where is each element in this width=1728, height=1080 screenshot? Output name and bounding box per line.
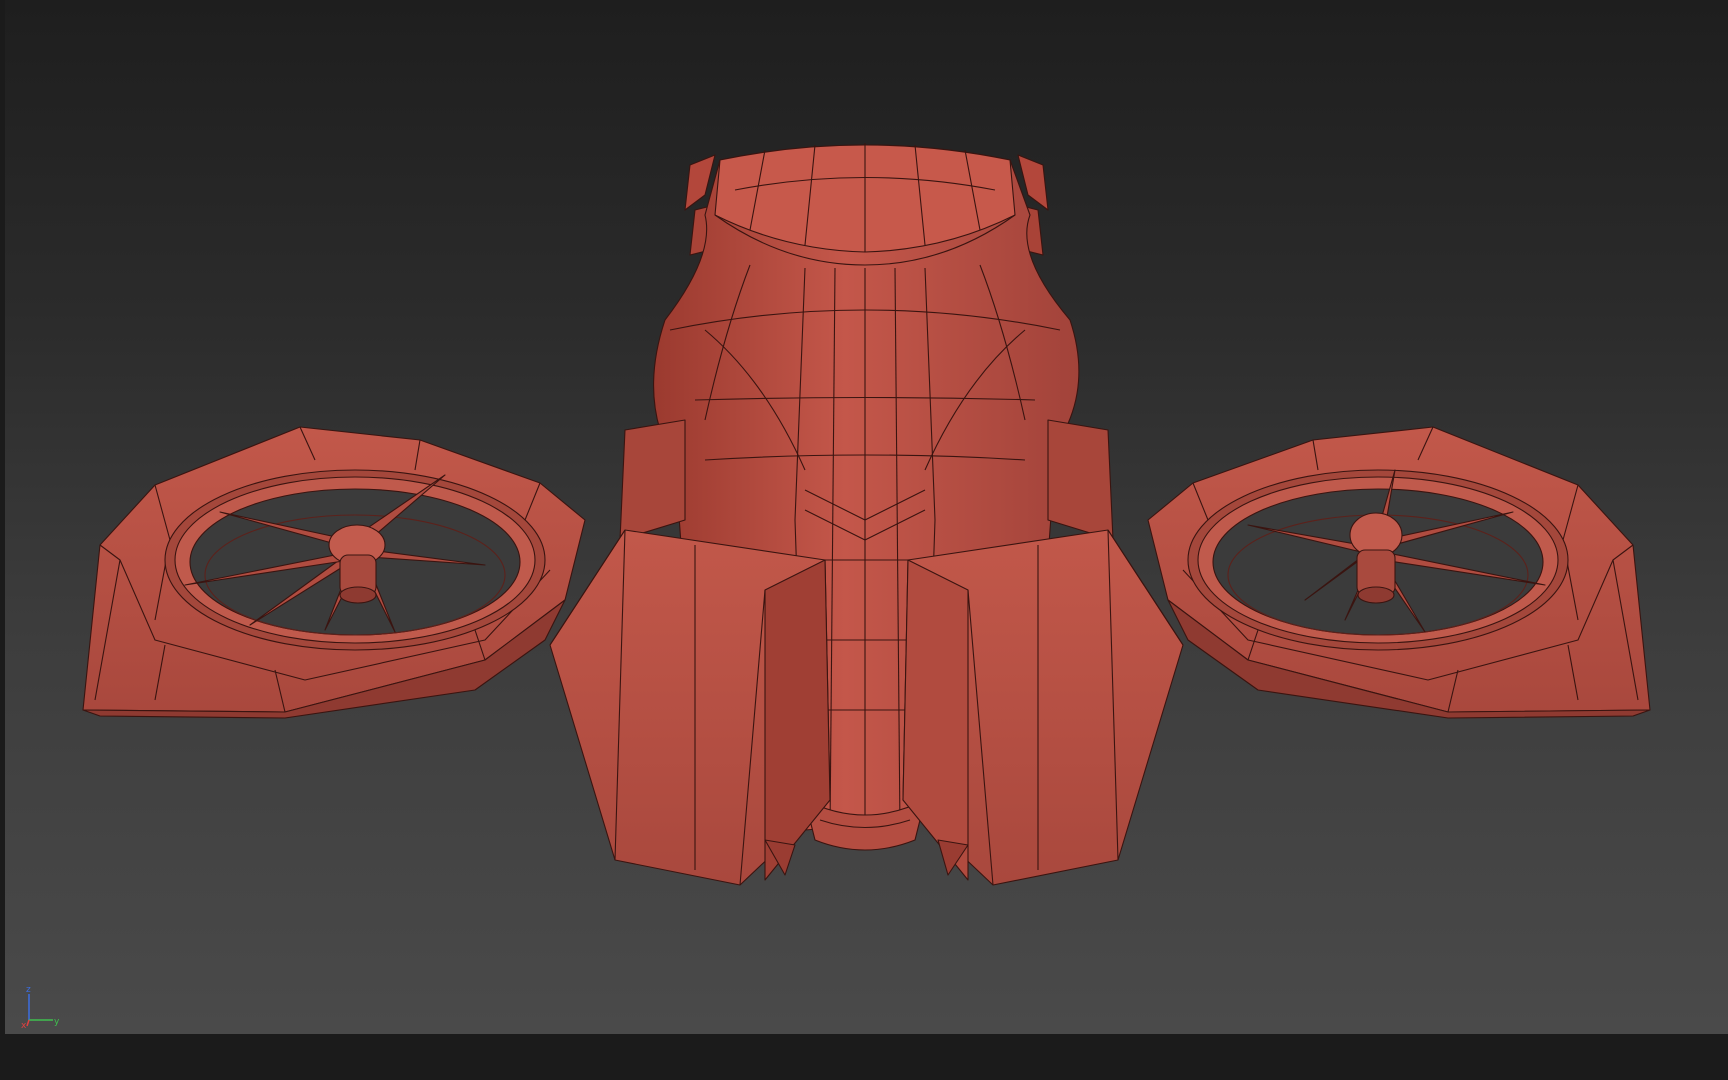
gizmo-z-label: z <box>26 985 31 995</box>
gizmo-y-label: y <box>54 1017 60 1027</box>
gizmo-x-label: x <box>21 1021 27 1028</box>
viewport-bottom-border <box>0 1034 1728 1080</box>
drone-model-wireframe[interactable] <box>5 0 1728 1034</box>
axis-gizmo-icon: z y x <box>21 985 60 1028</box>
3d-viewport[interactable]: z y x <box>5 0 1728 1034</box>
right-rotor-pod <box>1147 426 1651 719</box>
left-rotor-pod <box>82 426 586 719</box>
